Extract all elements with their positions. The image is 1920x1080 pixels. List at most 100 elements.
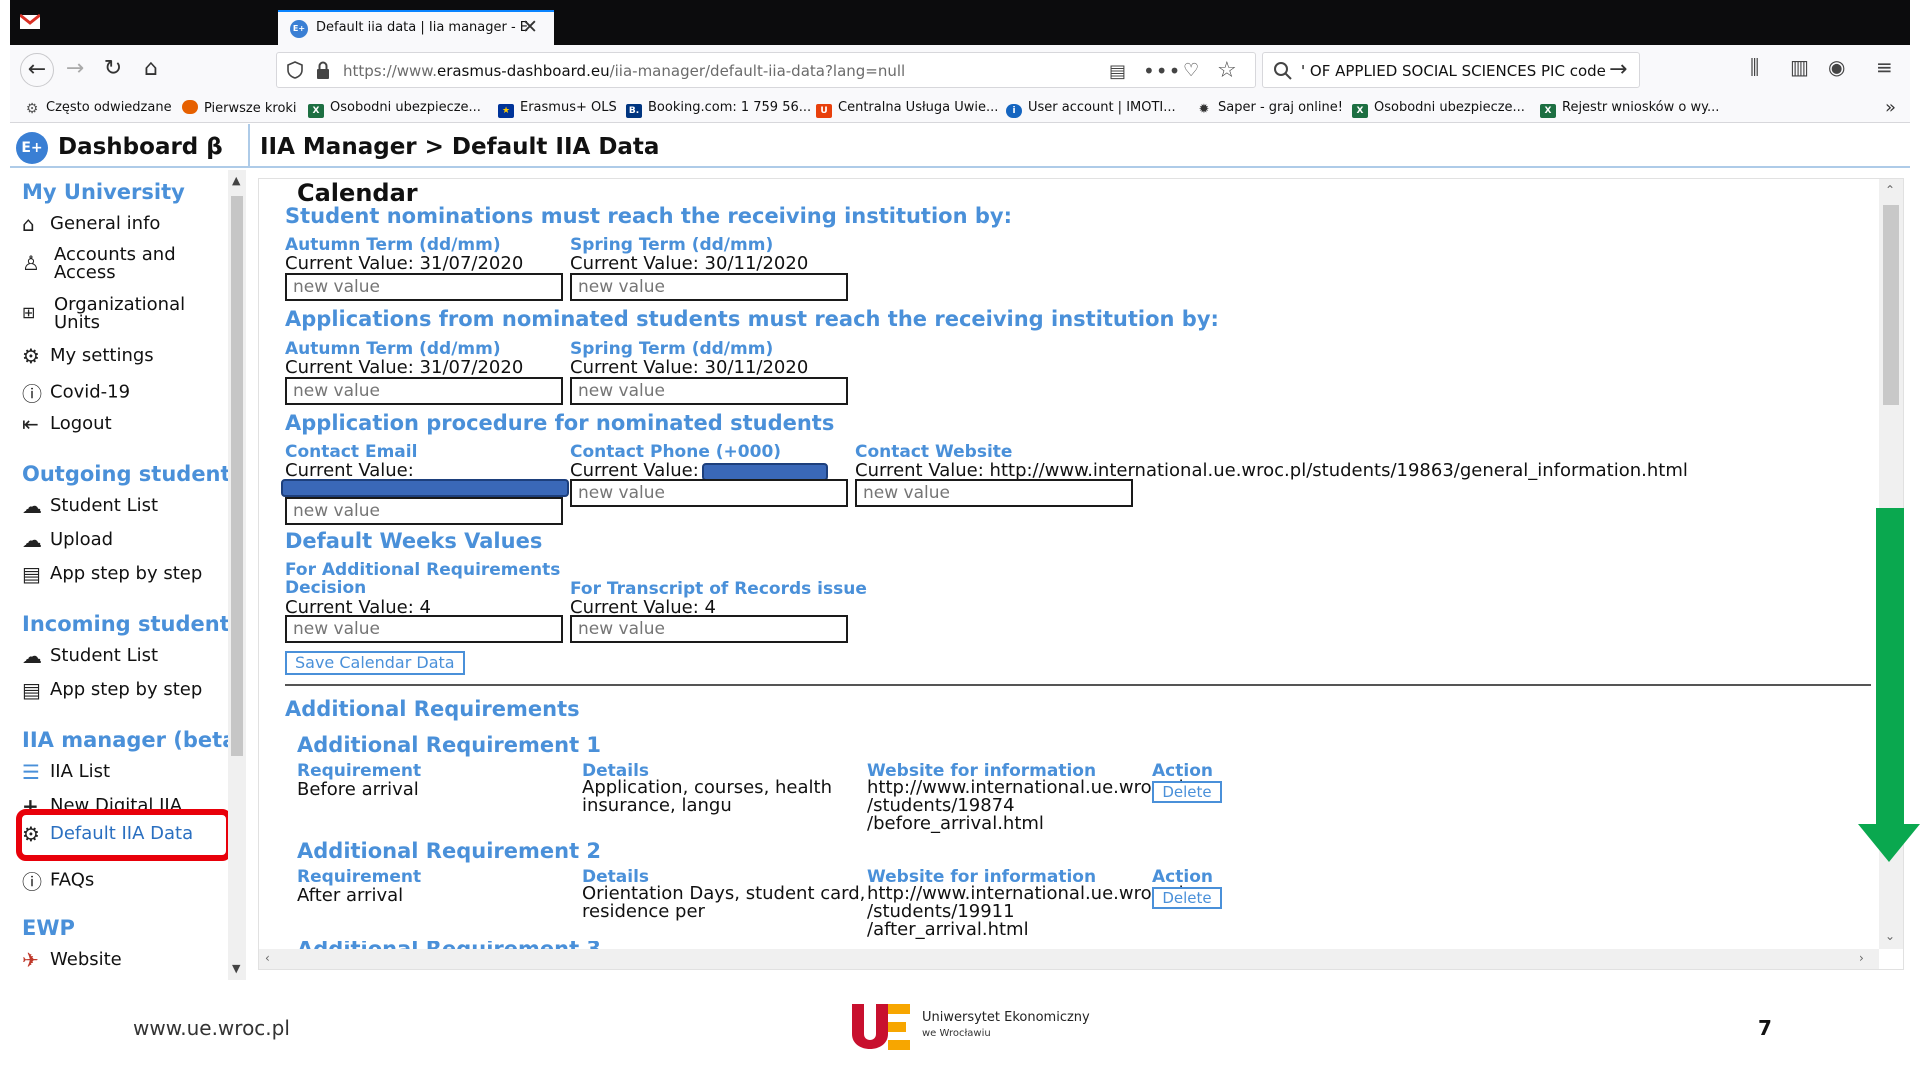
- bookmark-item[interactable]: i User account | IMOTI...: [1006, 100, 1176, 118]
- cloud-icon: ☁: [22, 494, 42, 518]
- forward-arrow-icon[interactable]: →: [58, 53, 92, 87]
- home-icon[interactable]: ⌂: [134, 53, 168, 87]
- bookmark-item[interactable]: Pierwsze kroki: [182, 100, 297, 116]
- nom-spring-input[interactable]: [570, 273, 848, 301]
- sidebar-toggle-icon[interactable]: ▥: [1790, 55, 1809, 79]
- plus-icon: +: [22, 794, 39, 810]
- transcript-input[interactable]: [570, 615, 848, 643]
- chevron-more-icon[interactable]: »: [1885, 97, 1896, 118]
- library-icon[interactable]: ⫼: [1750, 55, 1759, 79]
- nom-autumn-input[interactable]: [285, 273, 563, 301]
- green-down-arrow-icon: [1858, 508, 1920, 862]
- bookmark-item[interactable]: X Rejestr wniosków o wy...: [1540, 100, 1719, 118]
- paper-plane-icon: ✈: [22, 948, 39, 972]
- additional-req-input[interactable]: [285, 615, 563, 643]
- gear-icon: ⚙: [22, 344, 40, 368]
- reload-icon[interactable]: ↻: [96, 53, 130, 87]
- delete-requirement-1-button[interactable]: Delete: [1152, 781, 1222, 803]
- sidebar-item-covid[interactable]: ⓘ Covid-19: [22, 378, 130, 407]
- sidebar-scroll-thumb[interactable]: [231, 196, 243, 756]
- content-horizontal-scrollbar[interactable]: ‹ ›: [259, 949, 1879, 969]
- cloud-icon: ☁: [22, 644, 42, 668]
- nom-autumn-label: Autumn Term (dd/mm): [285, 235, 501, 255]
- scroll-up-icon[interactable]: ⌃: [1885, 183, 1895, 197]
- url-text[interactable]: https://www.erasmus-dashboard.eu/iia-man…: [343, 62, 905, 80]
- app-spring-input[interactable]: [570, 377, 848, 405]
- question-circle-icon: ⓘ: [22, 870, 42, 894]
- requirement-1-title: Additional Requirement 1: [297, 733, 602, 757]
- delete-requirement-2-button[interactable]: Delete: [1152, 887, 1222, 909]
- bookmark-item[interactable]: ✹ Saper - graj online!: [1196, 100, 1343, 117]
- footer-university-city: we Wrocławiu: [922, 1028, 991, 1039]
- tab-close-icon[interactable]: ✕: [522, 16, 538, 38]
- sidebar-item-my-settings[interactable]: ⚙ My settings: [22, 344, 154, 368]
- sidebar-item-accounts[interactable]: ♙ Accounts and Access: [22, 246, 176, 282]
- sidebar-item-incoming-app-step[interactable]: ▤ App step by step: [22, 678, 202, 702]
- action-col-label: Action: [1152, 761, 1213, 781]
- sidebar-section-outgoing: Outgoing students: [22, 462, 244, 486]
- save-calendar-button[interactable]: Save Calendar Data: [285, 651, 465, 675]
- app-title[interactable]: Dashboard β: [58, 134, 223, 160]
- search-input[interactable]: ' OF APPLIED SOCIAL SCIENCES PIC code: [1301, 62, 1606, 80]
- sidebar-item-iia-list[interactable]: ☰ IIA List: [22, 760, 110, 784]
- menu-icon[interactable]: ≡: [1876, 55, 1893, 79]
- sidebar-item-logout[interactable]: ⇤ Logout: [22, 412, 112, 436]
- app-logo[interactable]: E+: [16, 132, 48, 164]
- sidebar-item-website[interactable]: ✈ Website: [22, 948, 122, 972]
- scroll-up-icon[interactable]: ▲: [232, 174, 240, 187]
- bookmark-star-icon[interactable]: ☆: [1217, 58, 1237, 83]
- scroll-left-icon[interactable]: ‹: [265, 951, 270, 965]
- reader-view-icon[interactable]: ▤: [1109, 61, 1126, 82]
- contact-phone-input[interactable]: [570, 479, 848, 507]
- org-chart-icon: ⊞: [22, 303, 36, 322]
- sidebar-scrollbar[interactable]: ▲ ▼: [228, 170, 246, 980]
- app-spring-current: Current Value: 30/11/2020: [570, 357, 809, 378]
- header-divider: [248, 124, 250, 168]
- main-content: Calendar Student nominations must reach …: [258, 178, 1904, 970]
- sidebar-item-upload[interactable]: ☁ Upload: [22, 528, 113, 552]
- booking-icon: B.: [626, 104, 642, 118]
- bookmark-item[interactable]: ★ Erasmus+ OLS: [498, 100, 617, 118]
- bookmark-item[interactable]: ⚙ Często odwiedzane: [24, 100, 172, 116]
- gmail-icon[interactable]: [20, 13, 40, 31]
- action-col-label: Action: [1152, 867, 1213, 887]
- page-actions-icon[interactable]: •••: [1143, 59, 1181, 83]
- account-icon[interactable]: ◉: [1828, 55, 1845, 79]
- nominations-heading: Student nominations must reach the recei…: [285, 204, 1012, 228]
- scroll-down-icon[interactable]: ⌄: [1885, 929, 1895, 943]
- bookmark-item[interactable]: X Osobodni ubezpiecze...: [308, 100, 481, 118]
- excel-icon: X: [1352, 104, 1368, 118]
- pocket-icon[interactable]: ♡: [1183, 60, 1199, 81]
- lock-icon[interactable]: [315, 60, 331, 80]
- bookmark-item[interactable]: U Centralna Usługa Uwie...: [816, 100, 998, 118]
- nom-spring-current: Current Value: 30/11/2020: [570, 253, 809, 274]
- browser-tab-active[interactable]: E+ Default iia data | Iia manager - E ✕: [278, 10, 554, 46]
- firefox-icon: [182, 100, 198, 114]
- sidebar-item-incoming-student-list[interactable]: ☁ Student List: [22, 644, 158, 668]
- sidebar-section-iia-manager: IIA manager (beta): [22, 728, 246, 752]
- scroll-down-icon[interactable]: ▼: [232, 962, 240, 975]
- sidebar-item-general-info[interactable]: ⌂ General info: [22, 212, 160, 236]
- bookmark-item[interactable]: X Osobodni ubezpiecze...: [1352, 100, 1525, 118]
- back-arrow-icon[interactable]: ←: [20, 53, 54, 87]
- url-bar[interactable]: https://www.erasmus-dashboard.eu/iia-man…: [276, 52, 1256, 88]
- content-scroll-thumb[interactable]: [1883, 205, 1899, 405]
- sidebar-item-faqs[interactable]: ⓘ FAQs: [22, 866, 94, 895]
- sidebar-item-organizational-units[interactable]: ⊞ Organizational Units: [22, 296, 185, 332]
- scroll-right-icon[interactable]: ›: [1859, 951, 1864, 965]
- bookmark-item[interactable]: B. Booking.com: 1 759 56...: [626, 100, 811, 118]
- sidebar-section-incoming: Incoming students: [22, 612, 243, 636]
- shield-icon[interactable]: [287, 61, 303, 79]
- sidebar-item-new-digital-iia[interactable]: + New Digital IIA: [22, 794, 182, 810]
- contact-email-input[interactable]: [285, 497, 563, 525]
- app-autumn-input[interactable]: [285, 377, 563, 405]
- search-bar[interactable]: ' OF APPLIED SOCIAL SCIENCES PIC code →: [1262, 52, 1640, 88]
- contact-website-input[interactable]: [855, 479, 1133, 507]
- search-go-arrow-icon[interactable]: →: [1609, 57, 1627, 82]
- requirement-col-label: Requirement: [297, 761, 422, 781]
- sidebar-item-outgoing-app-step[interactable]: ▤ App step by step: [22, 562, 202, 586]
- document-list-icon: ▤: [22, 562, 41, 586]
- app-header: E+ Dashboard β IIA Manager > Default IIA…: [10, 124, 1910, 168]
- bookmarks-toolbar: ⚙ Często odwiedzane Pierwsze kroki X Osobo…: [10, 95, 1910, 123]
- sidebar-item-outgoing-student-list[interactable]: ☁ Student List: [22, 494, 158, 518]
